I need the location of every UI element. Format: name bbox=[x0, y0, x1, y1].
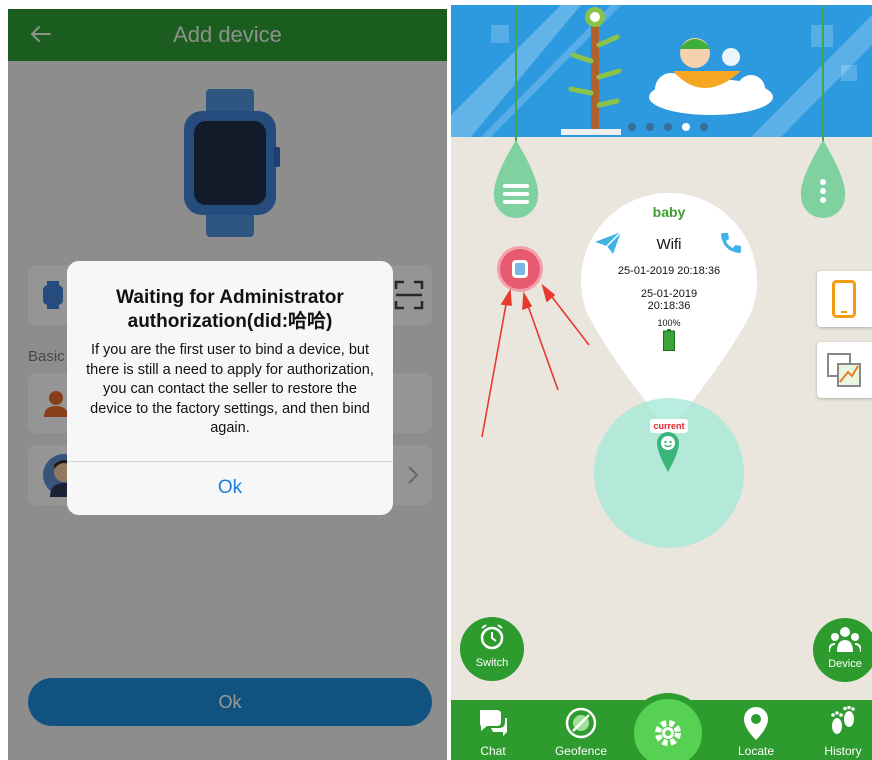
location-time: 25-01-2019 20:18:36 bbox=[617, 265, 721, 277]
more-cord bbox=[822, 5, 824, 145]
chat-icon bbox=[480, 710, 507, 736]
tab-label: Locate bbox=[737, 744, 775, 758]
switch-label: Switch bbox=[475, 657, 509, 669]
watch-marker-button[interactable] bbox=[497, 246, 543, 292]
carousel-dot-active[interactable] bbox=[682, 123, 690, 131]
tab-locate[interactable]: Locate bbox=[721, 700, 791, 760]
tab-label: Chat bbox=[480, 744, 506, 758]
carousel-dot[interactable] bbox=[628, 123, 636, 131]
group-users-icon bbox=[829, 627, 861, 653]
device-label: Device bbox=[828, 658, 862, 670]
geofence-icon bbox=[565, 707, 597, 739]
gear-icon bbox=[655, 720, 681, 746]
dialog-message: If you are the first user to bind a devi… bbox=[86, 342, 374, 436]
map-layers-icon bbox=[827, 353, 861, 387]
menu-cord bbox=[515, 5, 517, 145]
phone-call-icon[interactable] bbox=[719, 231, 743, 255]
update-time: 25-01-2019 20:18:36 bbox=[581, 288, 757, 312]
tab-history[interactable]: History bbox=[808, 700, 872, 760]
tab-label: Geofence bbox=[554, 744, 608, 758]
tab-geofence[interactable]: Geofence bbox=[546, 700, 616, 760]
update-date: 25-01-2019 bbox=[640, 288, 698, 300]
carousel-dot[interactable] bbox=[700, 123, 708, 131]
carousel-dot[interactable] bbox=[664, 123, 672, 131]
carousel-dot[interactable] bbox=[646, 123, 654, 131]
dialog-ok-button[interactable]: Ok bbox=[67, 462, 393, 515]
device-name: baby bbox=[652, 204, 686, 220]
watch-marker-screen bbox=[515, 263, 525, 275]
tab-label: History bbox=[824, 744, 862, 758]
current-location-label: current bbox=[650, 419, 688, 433]
more-options-drop-button[interactable] bbox=[799, 140, 847, 222]
menu-drop-button[interactable] bbox=[492, 140, 540, 222]
locate-pin-icon bbox=[744, 707, 768, 740]
device-list-button[interactable]: Device bbox=[813, 618, 872, 682]
switch-device-button[interactable]: Switch bbox=[460, 617, 524, 681]
phone-mode-button[interactable] bbox=[817, 271, 872, 327]
authorization-dialog: Waiting for Administrator authorization(… bbox=[67, 261, 393, 515]
current-location-pin-icon[interactable] bbox=[656, 432, 680, 472]
dialog-title: Waiting for Administrator authorization(… bbox=[116, 287, 344, 332]
mobile-phone-icon bbox=[832, 280, 856, 318]
footprints-icon bbox=[831, 706, 855, 734]
map-layers-button[interactable] bbox=[817, 342, 872, 398]
battery-percentage: 100% bbox=[657, 318, 681, 328]
update-clock: 20:18:36 bbox=[647, 300, 691, 312]
watch-switch-icon bbox=[480, 624, 504, 650]
battery-full-icon bbox=[663, 329, 675, 351]
tab-chat[interactable]: Chat bbox=[458, 700, 528, 760]
